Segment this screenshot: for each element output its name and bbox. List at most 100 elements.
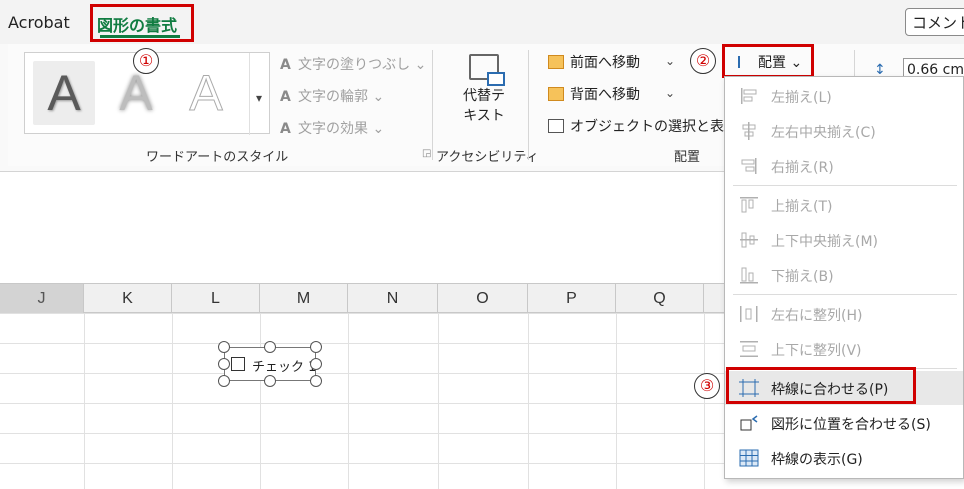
grid-line [172,313,173,489]
step-badge-1: ① [133,48,159,74]
text-effects-icon: A [280,121,291,137]
alt-text-button[interactable]: 代替テ キスト [456,54,512,126]
comment-button[interactable]: コメント [905,8,964,36]
send-backward-icon [548,87,564,101]
bring-forward-button[interactable]: 前面へ移動 [548,52,640,72]
wordart-style-3[interactable]: A [175,61,237,125]
resize-handle[interactable] [310,341,322,353]
column-header-m[interactable]: M [260,284,348,314]
text-outline-button[interactable]: A 文字の輪郭 ⌄ [280,86,384,106]
menu-item-align-middle[interactable]: 上下中央揃え(M) [725,223,963,257]
grid-line [704,313,705,489]
column-header-j[interactable]: J [0,284,84,314]
highlight-box-shape-format-tab [90,4,194,42]
dialog-launcher-icon[interactable]: ◲ [422,148,431,159]
view-gridlines-icon [739,449,759,467]
send-backward-label: 背面へ移動 [570,87,640,103]
alt-text-label-line2: キスト [463,108,505,124]
selection-pane-label: オブジェクトの選択と表示 [570,119,738,135]
menu-item-distribute-horizontal[interactable]: 左右に整列(H) [725,297,963,331]
selection-pane-icon [548,119,564,133]
menu-item-label: 上下中央揃え(M) [771,234,879,250]
text-fill-icon: A [280,57,291,73]
text-outline-icon: A [280,89,291,105]
resize-handle[interactable] [218,341,230,353]
menu-item-align-left[interactable]: 左揃え(L) [725,79,963,113]
highlight-box-align-button [722,44,814,78]
menu-item-snap-to-shape[interactable]: 図形に位置を合わせる(S) [725,406,963,440]
highlight-box-snap-to-grid [726,367,916,404]
column-header-q[interactable]: Q [616,284,704,314]
chevron-down-icon: ⌄ [372,89,385,105]
text-effects-label: 文字の効果 [298,121,368,137]
alt-text-label-line1: 代替テ [463,88,505,104]
text-effects-button[interactable]: A 文字の効果 ⌄ [280,118,384,138]
wordart-style-2[interactable]: A [105,61,167,125]
menu-item-view-gridlines[interactable]: 枠線の表示(G) [725,441,963,475]
bring-forward-icon [548,55,564,69]
comment-label: コメント [912,14,964,32]
accessibility-group-label: アクセシビリティ [436,150,539,165]
menu-divider [733,185,957,186]
resize-handle[interactable] [264,341,276,353]
grid-line [438,313,439,489]
bring-forward-label: 前面へ移動 [570,55,640,71]
menu-divider [733,294,957,295]
menu-item-label: 上揃え(T) [771,199,833,215]
chevron-down-icon[interactable]: ⌄ [665,54,675,68]
align-right-icon [739,157,759,175]
checkbox-label: チェック 1 [252,360,317,375]
resize-handle[interactable] [218,358,230,370]
column-header-l[interactable]: L [172,284,260,314]
group-divider [432,50,433,160]
arrange-group-label: 配置 [674,150,701,165]
menu-item-align-top[interactable]: 上揃え(T) [725,188,963,222]
align-middle-icon [739,231,759,249]
menu-item-label: 図形に位置を合わせる(S) [771,417,931,433]
menu-item-label: 左右中央揃え(C) [771,125,876,141]
menu-item-label: 下揃え(B) [771,269,834,285]
align-dropdown-menu: 左揃え(L) 左右中央揃え(C) 右揃え(R) 上揃え(T) 上下中央揃え(M)… [724,76,964,479]
alt-text-icon [469,54,505,86]
column-header-k[interactable]: K [84,284,172,314]
menu-item-label: 上下に整列(V) [771,343,862,359]
menu-item-label: 左揃え(L) [771,90,832,106]
text-outline-label: 文字の輪郭 [298,89,368,105]
chevron-down-icon[interactable]: ⌄ [665,86,675,100]
checkbox-icon[interactable] [231,357,245,371]
grid-line [616,313,617,489]
gallery-divider [249,53,250,135]
resize-handle[interactable] [310,358,322,370]
align-top-icon [739,196,759,214]
menu-item-align-bottom[interactable]: 下揃え(B) [725,258,963,292]
menu-item-align-right[interactable]: 右揃え(R) [725,149,963,183]
grid-line [84,313,85,489]
column-header-n[interactable]: N [348,284,438,314]
chevron-down-icon: ⌄ [414,57,427,73]
gallery-more-icon[interactable]: ▾ [256,91,262,105]
group-divider [528,50,529,160]
step-badge-3: ③ [694,373,720,399]
text-fill-label: 文字の塗りつぶし [298,57,411,73]
text-fill-button[interactable]: A 文字の塗りつぶし ⌄ [280,54,426,74]
resize-handle[interactable] [310,375,322,387]
menu-item-align-center[interactable]: 左右中央揃え(C) [725,114,963,148]
column-header-p[interactable]: P [528,284,616,314]
selection-pane-button[interactable]: オブジェクトの選択と表示 [548,116,738,136]
resize-handle[interactable] [218,375,230,387]
tab-acrobat[interactable]: Acrobat [8,13,70,32]
wordart-style-1[interactable]: A [33,61,95,125]
distribute-vertical-icon [739,340,759,358]
column-header-o[interactable]: O [438,284,528,314]
grid-line [260,313,261,489]
send-backward-button[interactable]: 背面へ移動 [548,84,640,104]
grid-line [348,313,349,489]
distribute-horizontal-icon [739,305,759,323]
align-center-icon [739,122,759,140]
menu-item-distribute-vertical[interactable]: 上下に整列(V) [725,332,963,366]
resize-handle[interactable] [264,375,276,387]
grid-line [528,313,529,489]
wordart-group-label: ワードアートのスタイル [146,150,289,165]
menu-item-label: 右揃え(R) [771,160,834,176]
align-bottom-icon [739,266,759,284]
